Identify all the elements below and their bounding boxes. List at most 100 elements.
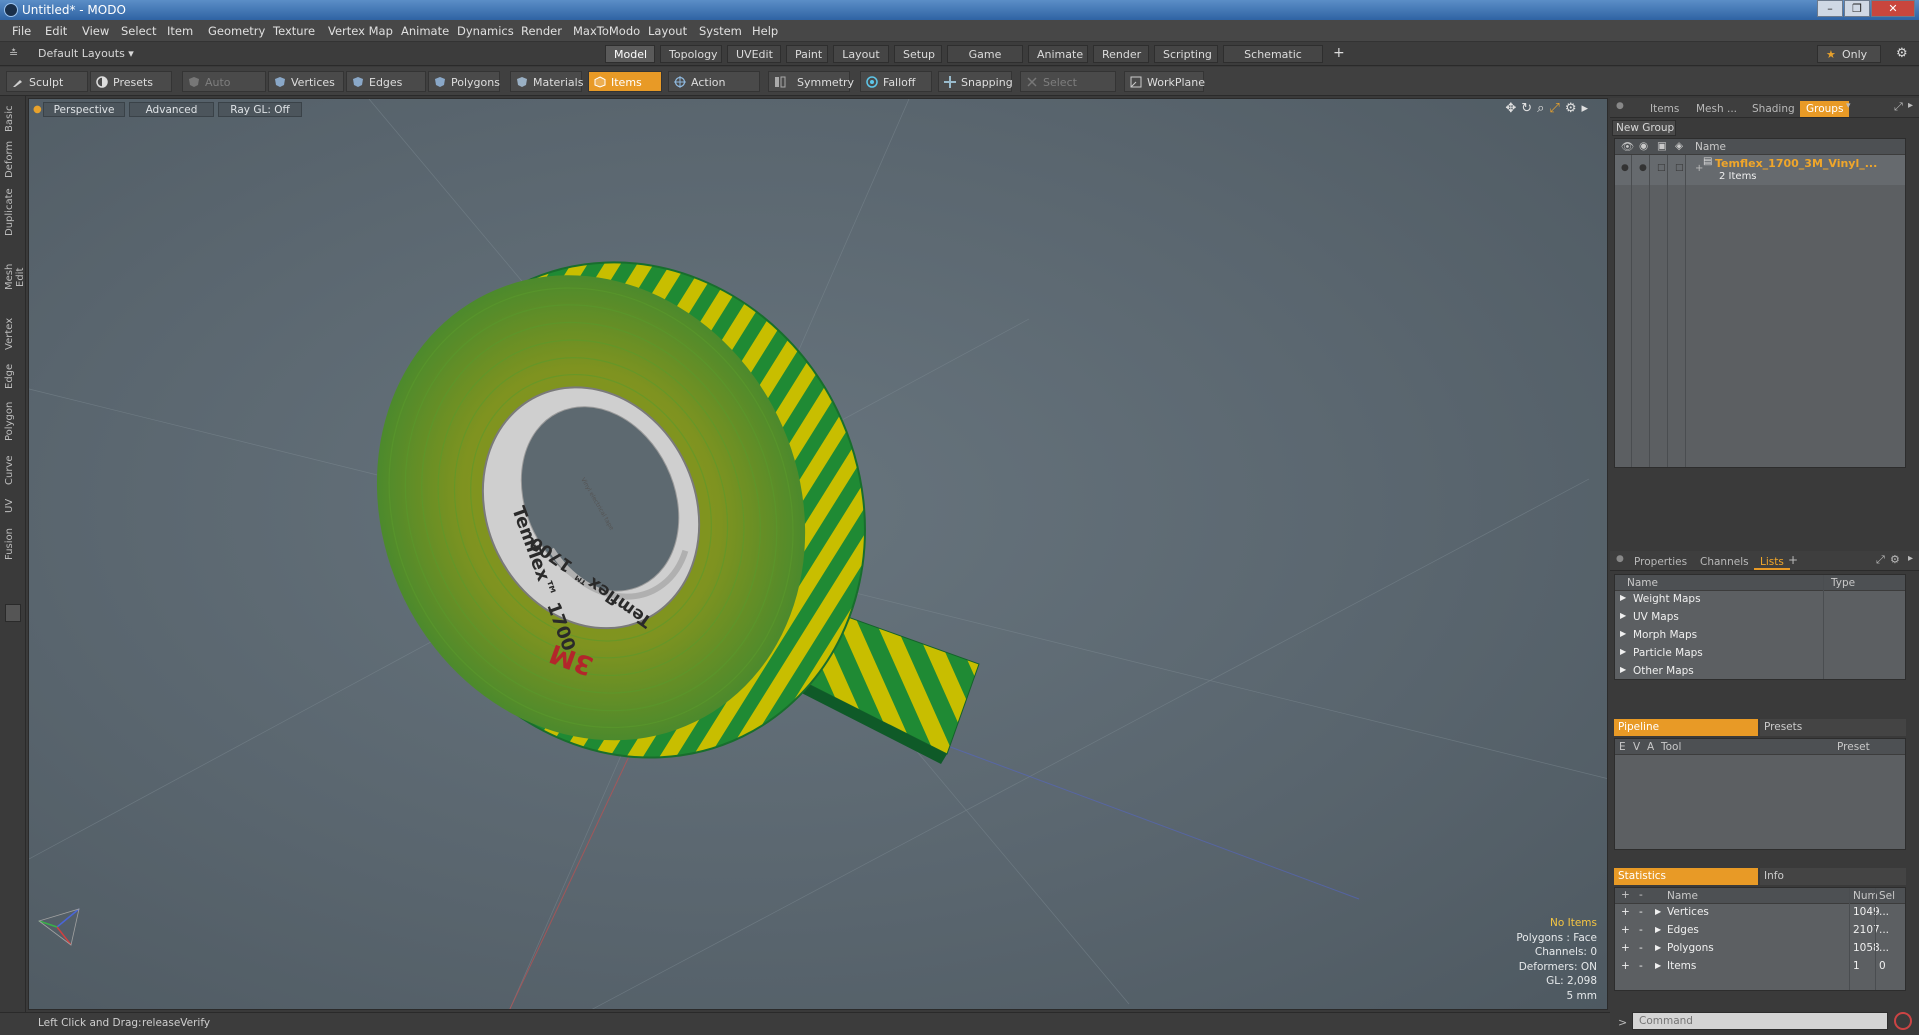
add-tab-button[interactable]: + [1333,45,1345,61]
menu-item[interactable]: Item [167,24,193,38]
polygons-button[interactable]: Polygons [428,71,500,92]
layout-menu-icon[interactable]: ≛ [9,47,18,60]
tool-palette-button[interactable] [5,604,21,622]
falloff-button[interactable]: Falloff [860,71,932,92]
expand-panel-icon[interactable]: ⤢ [1876,553,1885,567]
menu-view[interactable]: View [82,24,109,38]
workplane-button[interactable]: WorkPlane [1124,71,1205,92]
menu-dynamics[interactable]: Dynamics [457,24,514,38]
expand-arrow-icon[interactable]: ▶ [1655,925,1661,934]
add-icon[interactable]: + [1621,924,1630,936]
expand-arrow-icon[interactable]: ▶ [1620,611,1626,620]
remove-icon[interactable]: - [1639,942,1643,954]
panel-arrow-icon[interactable]: ▸ [1908,100,1913,111]
tab-channels[interactable]: Channels [1694,554,1755,570]
list-item[interactable]: ▶ Other Maps [1615,663,1905,681]
expand-arrow-icon[interactable]: ▶ [1620,647,1626,656]
tab-presets[interactable]: Presets [1760,719,1906,736]
menu-help[interactable]: Help [752,24,778,38]
maximize-button[interactable]: ❐ [1844,0,1870,17]
tab-groups[interactable]: Groups [1800,101,1850,117]
close-button[interactable]: ✕ [1871,0,1915,17]
group-select-toggle[interactable]: □ [1675,163,1684,173]
add-icon[interactable]: + [1621,906,1630,918]
add-icon[interactable]: + [1621,942,1630,954]
layout-selector[interactable]: Default Layouts ▾ [38,47,134,60]
remove-icon[interactable]: - [1639,924,1643,936]
vtab-edge[interactable]: Edge [4,361,22,391]
vtab-vertex[interactable]: Vertex [4,316,22,352]
sculpt-button[interactable]: Sculpt [6,71,88,92]
vtab-polygon[interactable]: Polygon [4,401,22,441]
group-render-toggle[interactable]: ● [1639,163,1647,173]
menu-select[interactable]: Select [121,24,156,38]
expand-arrow-icon[interactable]: ▶ [1620,629,1626,638]
tab-game-tools[interactable]: Game Tools [947,45,1023,79]
vtab-basic[interactable]: Basic [4,104,22,134]
stats-add-icon[interactable]: + [1621,889,1630,901]
3d-viewport[interactable]: ● Perspective Advanced Ray GL: Off ✥↻⌕⤢⚙… [28,98,1608,1010]
materials-button[interactable]: Materials [510,71,583,92]
expand-arrow-icon[interactable]: ▶ [1655,907,1661,916]
expand-arrow-icon[interactable]: ▶ [1620,665,1626,674]
list-item[interactable]: ▶ UV Maps [1615,609,1905,627]
tab-uvedit[interactable]: UVEdit [727,45,781,63]
tab-shading[interactable]: Shading [1746,101,1801,117]
table-row[interactable]: + - ▶ Vertices 1049 ... [1615,904,1905,922]
menu-render[interactable]: Render [521,24,562,38]
select-through-button[interactable]: Select Through [1020,71,1116,110]
menu-file[interactable]: File [12,24,31,38]
expand-panel-icon[interactable]: ⤢ [1894,100,1903,114]
panel-arrow-icon[interactable]: ▸ [1908,553,1913,564]
vtab-fusion[interactable]: Fusion [4,526,22,562]
table-row[interactable]: + - ▶ Edges 2107 ... [1615,922,1905,940]
tab-statistics[interactable]: Statistics [1614,868,1758,885]
group-visibility-toggle[interactable]: ● [1621,163,1629,173]
snapping-button[interactable]: Snapping [938,71,1013,92]
tab-mesh[interactable]: Mesh ... [1690,101,1743,117]
group-lock-toggle[interactable]: □ [1657,163,1666,173]
menu-edit[interactable]: Edit [45,24,67,38]
tab-scripting[interactable]: Scripting [1154,45,1218,63]
tab-setup[interactable]: Setup [894,45,942,63]
expand-arrow-icon[interactable]: ▶ [1655,961,1661,970]
auto-select-button[interactable]: Auto Select [182,71,266,110]
expand-arrow-icon[interactable]: ▶ [1655,943,1661,952]
action-center-button[interactable]: Action Center [668,71,760,110]
presets-button[interactable]: Presets F6 [90,71,172,110]
menu-texture[interactable]: Texture [273,24,315,38]
table-row[interactable]: + - ▶ Items 1 0 [1615,958,1905,976]
list-item[interactable]: ▶ Morph Maps [1615,627,1905,645]
symmetry-button[interactable]: Symmetry [768,71,854,92]
vtab-duplicate[interactable]: Duplicate [4,188,22,236]
tabs-dropdown-icon[interactable]: ▾ [1846,101,1851,111]
menu-system[interactable]: System [699,24,742,38]
tab-properties[interactable]: Properties [1628,554,1693,570]
tab-layout[interactable]: Layout [833,45,889,63]
only-toggle[interactable]: ★ Only [1817,45,1881,63]
menu-layout[interactable]: Layout [648,24,687,38]
minimize-button[interactable]: – [1817,0,1843,17]
tab-schematic-fusion[interactable]: Schematic Fusion [1223,45,1323,79]
tab-render[interactable]: Render [1093,45,1149,63]
vtab-mesh-edit[interactable]: Mesh Edit [4,254,26,300]
remove-icon[interactable]: - [1639,906,1643,918]
remove-icon[interactable]: - [1639,960,1643,972]
stats-remove-icon[interactable]: - [1639,889,1643,901]
command-input[interactable] [1632,1012,1888,1030]
vtab-curve[interactable]: Curve [4,454,22,486]
add-icon[interactable]: + [1621,960,1630,972]
tab-topology[interactable]: Topology [660,45,722,63]
gear-icon[interactable]: ⚙ [1896,46,1908,61]
vtab-deform[interactable]: Deform [4,141,22,178]
add-tab-icon[interactable]: + [1788,553,1798,567]
menu-maxtomodo[interactable]: MaxToModo [573,24,640,38]
panel-settings-icon[interactable]: ⚙ [1890,553,1900,566]
group-row[interactable]: ● ● □ □ + ▤ Temflex_1700_3M_Vinyl_... 2 … [1615,155,1905,185]
tab-items[interactable]: Items [1644,101,1685,117]
list-item[interactable]: ▶ Particle Maps [1615,645,1905,663]
tab-info[interactable]: Info [1760,868,1906,885]
tab-pipeline[interactable]: Pipeline [1614,719,1758,736]
tab-model[interactable]: Model [605,45,655,63]
vtab-uv[interactable]: UV [4,496,22,516]
